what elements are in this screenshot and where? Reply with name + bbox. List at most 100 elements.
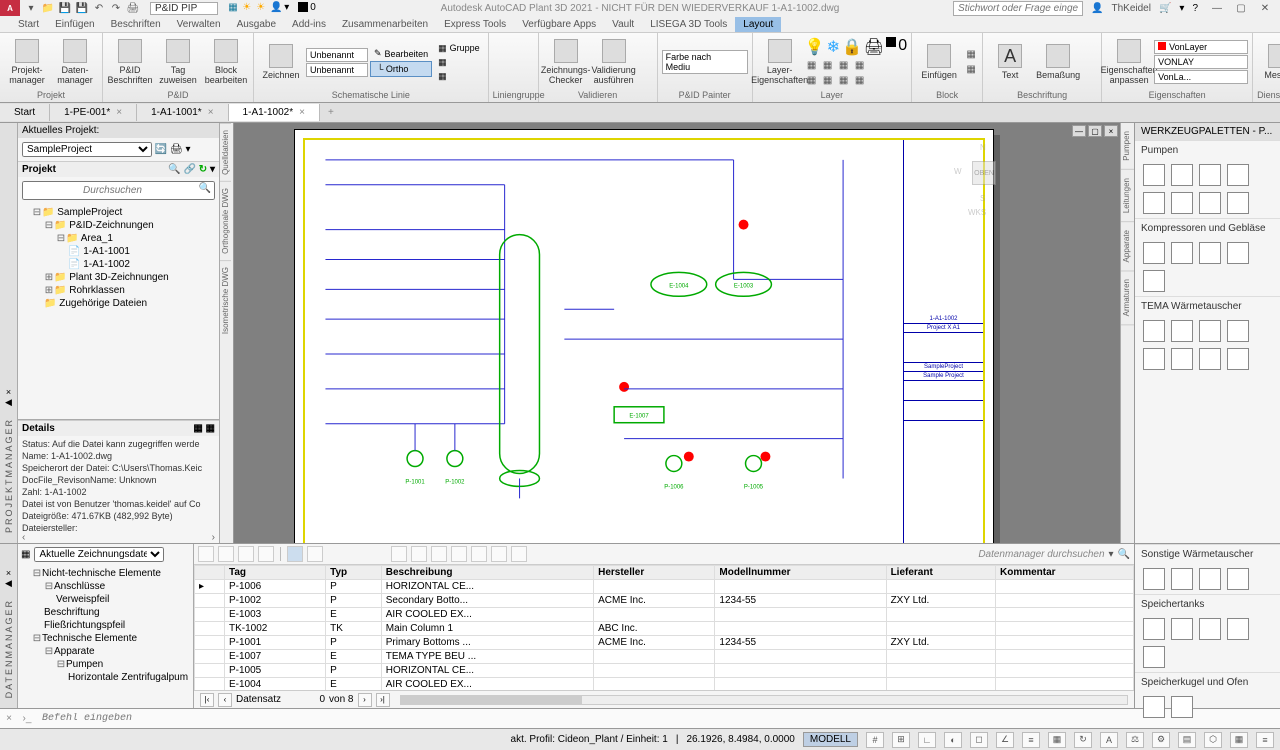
dm-search-dropdown-icon[interactable]: ▾ [1109, 549, 1114, 560]
linetype-combo[interactable]: Unbenannt [306, 48, 368, 62]
pump-icon[interactable] [1143, 192, 1165, 214]
app-icon[interactable]: ▾ [1179, 3, 1184, 14]
signin-icon[interactable]: 👤 [1091, 3, 1103, 14]
pm-more-icon[interactable]: ▾ [210, 164, 215, 175]
cycle-toggle[interactable]: ↻ [1074, 732, 1092, 748]
tab-express[interactable]: Express Tools [436, 17, 514, 32]
pm-refresh-icon[interactable]: 🔄 [155, 144, 167, 155]
qa-new-icon[interactable]: ▾ [24, 1, 38, 15]
block-tool-icon[interactable]: ▦ [964, 48, 978, 62]
doc-tab-start[interactable]: Start [0, 104, 50, 121]
flag-icon[interactable]: ▾ [284, 2, 296, 14]
pm-refresh2-icon[interactable]: ↻ [199, 164, 207, 175]
layer-plot-icon[interactable]: 🖨 [864, 37, 884, 57]
command-input[interactable] [36, 713, 1280, 724]
table-row[interactable]: E-1007ETEMA TYPE BEU ... [195, 650, 1134, 664]
dm-grid[interactable]: TagTypBeschreibungHerstellerModellnummer… [194, 564, 1134, 690]
tank-icon[interactable] [1143, 646, 1165, 668]
pm-close-icon[interactable]: × [6, 387, 11, 397]
hx-icon[interactable] [1199, 568, 1221, 590]
model-button[interactable]: MODELL [803, 732, 858, 747]
tab-einfuegen[interactable]: Einfügen [47, 17, 102, 32]
doc-tab-2[interactable]: 1-A1-1001*× [137, 104, 228, 121]
tab-layout[interactable]: Layout [735, 17, 781, 32]
eigenschaften-button[interactable]: Eigenschaften anpassen [1106, 36, 1152, 88]
table-row[interactable]: E-1004EAIR COOLED EX... [195, 678, 1134, 691]
search-icon[interactable]: 🔍 [199, 183, 211, 194]
pump-icon[interactable] [1143, 164, 1165, 186]
sidetab-ortho[interactable]: Orthogonale DWG [220, 181, 231, 260]
projektmanager-button[interactable]: Projekt- manager [4, 36, 50, 88]
dm-col-header[interactable]: Tag [224, 566, 325, 580]
dm-hscroll[interactable] [400, 695, 1129, 705]
sidetab-quelldateien[interactable]: Quelldateien [220, 123, 231, 181]
table-row[interactable]: P-1001PPrimary Bottoms ...ACME Inc.1234-… [195, 636, 1134, 650]
tab-vault[interactable]: Vault [604, 17, 642, 32]
app-logo[interactable]: A [0, 0, 20, 16]
dm-refresh-icon[interactable] [198, 546, 214, 562]
ortho-toggle[interactable]: ∟ [918, 732, 936, 748]
zeichnen-button[interactable]: Zeichnen [258, 36, 304, 88]
dm-print-icon[interactable] [391, 546, 407, 562]
dm-close-icon[interactable]: × [6, 568, 11, 578]
dm-zoom-icon[interactable] [287, 546, 303, 562]
pm-print-icon[interactable]: 🖨 [170, 144, 183, 155]
dm-first-button[interactable]: |‹ [200, 693, 214, 707]
dm-filter-icon[interactable] [258, 546, 274, 562]
layer-tool4-icon[interactable]: ▦ [853, 58, 867, 72]
dm-search-icon[interactable]: 🔍 [1118, 549, 1130, 560]
hx-icon[interactable] [1143, 348, 1165, 370]
iso-toggle[interactable]: ⬡ [1204, 732, 1222, 748]
block-tool2-icon[interactable]: ▦ [964, 63, 978, 77]
custom-toggle[interactable]: ≡ [1256, 732, 1274, 748]
pump-icon[interactable] [1171, 164, 1193, 186]
dm-x-icon[interactable] [451, 546, 467, 562]
dm-check-icon[interactable] [431, 546, 447, 562]
qa-print-icon[interactable]: 🖨 [126, 1, 140, 15]
palette-tab-armaturen[interactable]: Armaturen [1121, 271, 1134, 325]
lwt-toggle[interactable]: ≡ [1022, 732, 1040, 748]
table-row[interactable]: P-1005PHORIZONTAL CE... [195, 664, 1134, 678]
layer-tool-icon[interactable]: ▦ [805, 58, 819, 72]
table-row[interactable]: P-1002PSecondary Botto...ACME Inc.1234-5… [195, 594, 1134, 608]
drawing-area[interactable]: — ▢ × [234, 123, 1120, 543]
scroll-right-icon[interactable]: › [212, 532, 215, 543]
pm-link-icon[interactable]: 🔗 [184, 164, 196, 175]
qa-saveas-icon[interactable]: 💾 [75, 1, 89, 15]
color-swatch[interactable] [298, 2, 308, 12]
bearbeiten-button[interactable]: ✎Bearbeiten [370, 47, 432, 60]
palette-tab-leitungen[interactable]: Leitungen [1121, 170, 1134, 222]
comp-icon[interactable] [1143, 242, 1165, 264]
hx-icon[interactable] [1227, 568, 1249, 590]
cart-icon[interactable]: 🛒 [1159, 3, 1171, 14]
ortho-button[interactable]: └ Ortho [370, 61, 432, 77]
tank-icon[interactable] [1199, 618, 1221, 640]
messen-button[interactable]: Messen [1257, 36, 1280, 88]
layereigenschaften-button[interactable]: Layer- Eigenschaften [757, 36, 803, 88]
tab-addins[interactable]: Add-ins [284, 17, 334, 32]
dm-pin-icon[interactable]: ◀ [5, 578, 12, 589]
doc-tab-1[interactable]: 1-PE-001*× [50, 104, 137, 121]
hx-icon[interactable] [1199, 320, 1221, 342]
project-combo[interactable]: SampleProject [22, 142, 152, 157]
project-tree[interactable]: ⊟📁 SampleProject ⊟📁 P&ID-Zeichnungen ⊟📁 … [18, 204, 219, 419]
layer-color-swatch[interactable] [886, 37, 896, 47]
close-icon[interactable]: × [299, 107, 305, 118]
tab-lisega[interactable]: LISEGA 3D Tools [642, 17, 735, 32]
hx-icon[interactable] [1171, 568, 1193, 590]
dm-prev-button[interactable]: ‹ [218, 693, 232, 707]
help-search-input[interactable] [953, 1, 1083, 16]
hx-icon[interactable] [1143, 320, 1165, 342]
cmd-chevron-icon[interactable]: ›_ [18, 713, 36, 724]
doc-max-button[interactable]: ▢ [1088, 125, 1102, 137]
pump-icon[interactable] [1227, 192, 1249, 214]
dm-grid-icon[interactable] [411, 546, 427, 562]
user-name[interactable]: ThKeidel [1111, 3, 1150, 14]
clean-toggle[interactable]: ▦ [1230, 732, 1248, 748]
dm-next-button[interactable]: › [358, 693, 372, 707]
dm-col-header[interactable] [195, 566, 225, 580]
layer-tool5-icon[interactable]: ▦ [805, 73, 819, 87]
scale-toggle[interactable]: ⚖ [1126, 732, 1144, 748]
qa-save-icon[interactable]: 💾 [58, 1, 72, 15]
minimize-button[interactable]: — [1206, 1, 1228, 15]
